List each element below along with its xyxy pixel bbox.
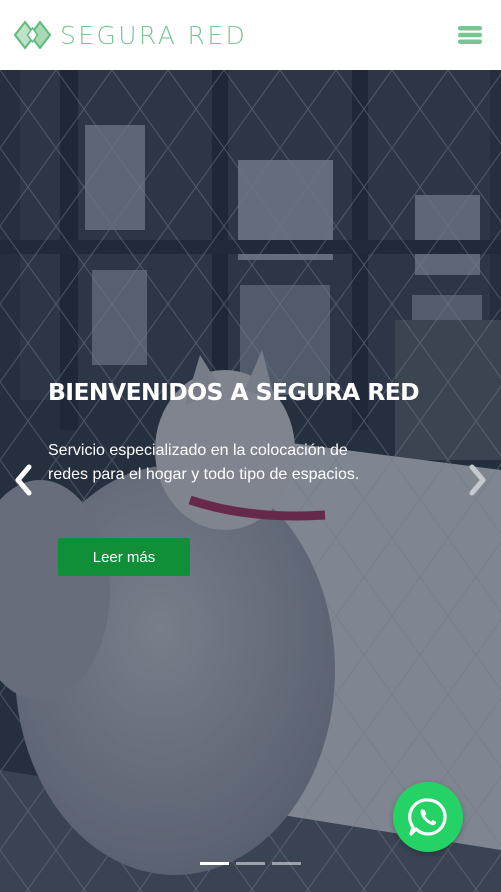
hamburger-menu-icon [458,26,482,44]
menu-button[interactable] [455,22,485,48]
carousel-indicators [200,862,301,865]
hero-carousel: BIENVENIDOS A SEGURA RED Servicio especi… [0,70,501,892]
brand-name: SEGURA RED [60,20,248,50]
hero-description: Servicio especializado en la colocación … [48,442,360,483]
hero-caption: BIENVENIDOS A SEGURA RED Servicio especi… [48,375,420,576]
page: SEGURA RED BIENVENIDOS A SEGURA RED Serv… [0,0,501,892]
chevron-right-icon [469,464,486,496]
carousel-indicator-3[interactable] [272,862,301,865]
site-header: SEGURA RED [0,0,501,70]
carousel-prev-button[interactable] [8,460,38,500]
carousel-indicator-1[interactable] [200,862,229,865]
whatsapp-icon [408,798,447,836]
hero-title: BIENVENIDOS A SEGURA RED [48,378,420,406]
diamond-logo-icon [14,20,52,50]
read-more-button[interactable]: Leer más [58,538,190,576]
carousel-indicator-2[interactable] [236,862,265,865]
whatsapp-button[interactable] [393,782,463,852]
chevron-left-icon [15,464,32,496]
carousel-next-button[interactable] [463,460,493,500]
brand-logo[interactable]: SEGURA RED [14,19,247,51]
